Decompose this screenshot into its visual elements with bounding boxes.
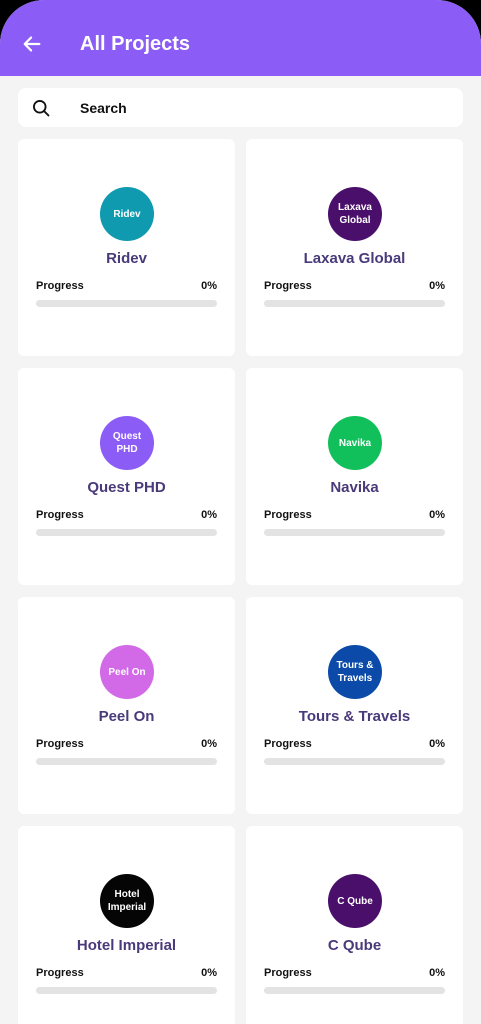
- project-name: C Qube: [327, 937, 382, 954]
- project-card[interactable]: Ridev Ridev Progress 0%: [18, 139, 235, 356]
- progress-label: Progress: [36, 509, 84, 521]
- project-name: Ridev: [106, 250, 147, 267]
- progress-value: 0%: [201, 509, 217, 521]
- project-card[interactable]: Quest PHD Quest PHD Progress 0%: [18, 368, 235, 585]
- progress-value: 0%: [201, 738, 217, 750]
- project-name: Laxava Global: [303, 250, 406, 267]
- progress-value: 0%: [429, 509, 445, 521]
- app-bar: All Projects: [0, 0, 481, 76]
- project-avatar: Ridev: [100, 187, 154, 241]
- app-screen: All Projects Ridev Ridev Progress 0% Lax…: [0, 0, 481, 1024]
- project-card[interactable]: Hotel Imperial Hotel Imperial Progress 0…: [18, 826, 235, 1024]
- progress-value: 0%: [429, 967, 445, 979]
- arrow-left-icon: [23, 36, 41, 52]
- project-avatar: Quest PHD: [100, 416, 154, 470]
- progress-bar: [264, 300, 445, 307]
- progress-bar: [36, 758, 217, 765]
- progress-value: 0%: [429, 280, 445, 292]
- project-avatar: Navika: [328, 416, 382, 470]
- progress-label: Progress: [36, 738, 84, 750]
- project-name: Hotel Imperial: [76, 937, 177, 954]
- search-bar[interactable]: [18, 88, 463, 127]
- progress-bar: [264, 758, 445, 765]
- progress-bar: [36, 529, 217, 536]
- project-name: Quest PHD: [87, 479, 166, 496]
- progress-label: Progress: [264, 509, 312, 521]
- project-avatar: Peel On: [100, 645, 154, 699]
- project-grid: Ridev Ridev Progress 0% Laxava Global La…: [18, 139, 463, 1024]
- project-name: Tours & Travels: [298, 708, 411, 725]
- progress-bar: [264, 987, 445, 994]
- project-card[interactable]: C Qube C Qube Progress 0%: [246, 826, 463, 1024]
- project-name: Peel On: [98, 708, 155, 725]
- back-button[interactable]: [20, 32, 44, 56]
- project-card[interactable]: Navika Navika Progress 0%: [246, 368, 463, 585]
- project-avatar: C Qube: [328, 874, 382, 928]
- search-icon: [33, 100, 50, 117]
- progress-label: Progress: [36, 967, 84, 979]
- project-card[interactable]: Tours & Travels Tours & Travels Progress…: [246, 597, 463, 814]
- progress-bar: [36, 987, 217, 994]
- progress-bar: [264, 529, 445, 536]
- project-name: Navika: [330, 479, 379, 496]
- progress-value: 0%: [201, 280, 217, 292]
- project-card[interactable]: Laxava Global Laxava Global Progress 0%: [246, 139, 463, 356]
- progress-bar: [36, 300, 217, 307]
- page-title: All Projects: [80, 33, 191, 55]
- progress-label: Progress: [36, 280, 84, 292]
- search-input[interactable]: [80, 97, 440, 119]
- progress-label: Progress: [264, 967, 312, 979]
- progress-label: Progress: [264, 738, 312, 750]
- progress-label: Progress: [264, 280, 312, 292]
- progress-value: 0%: [429, 738, 445, 750]
- progress-value: 0%: [201, 967, 217, 979]
- project-avatar: Hotel Imperial: [100, 874, 154, 928]
- project-card[interactable]: Peel On Peel On Progress 0%: [18, 597, 235, 814]
- project-avatar: Laxava Global: [328, 187, 382, 241]
- project-avatar: Tours & Travels: [328, 645, 382, 699]
